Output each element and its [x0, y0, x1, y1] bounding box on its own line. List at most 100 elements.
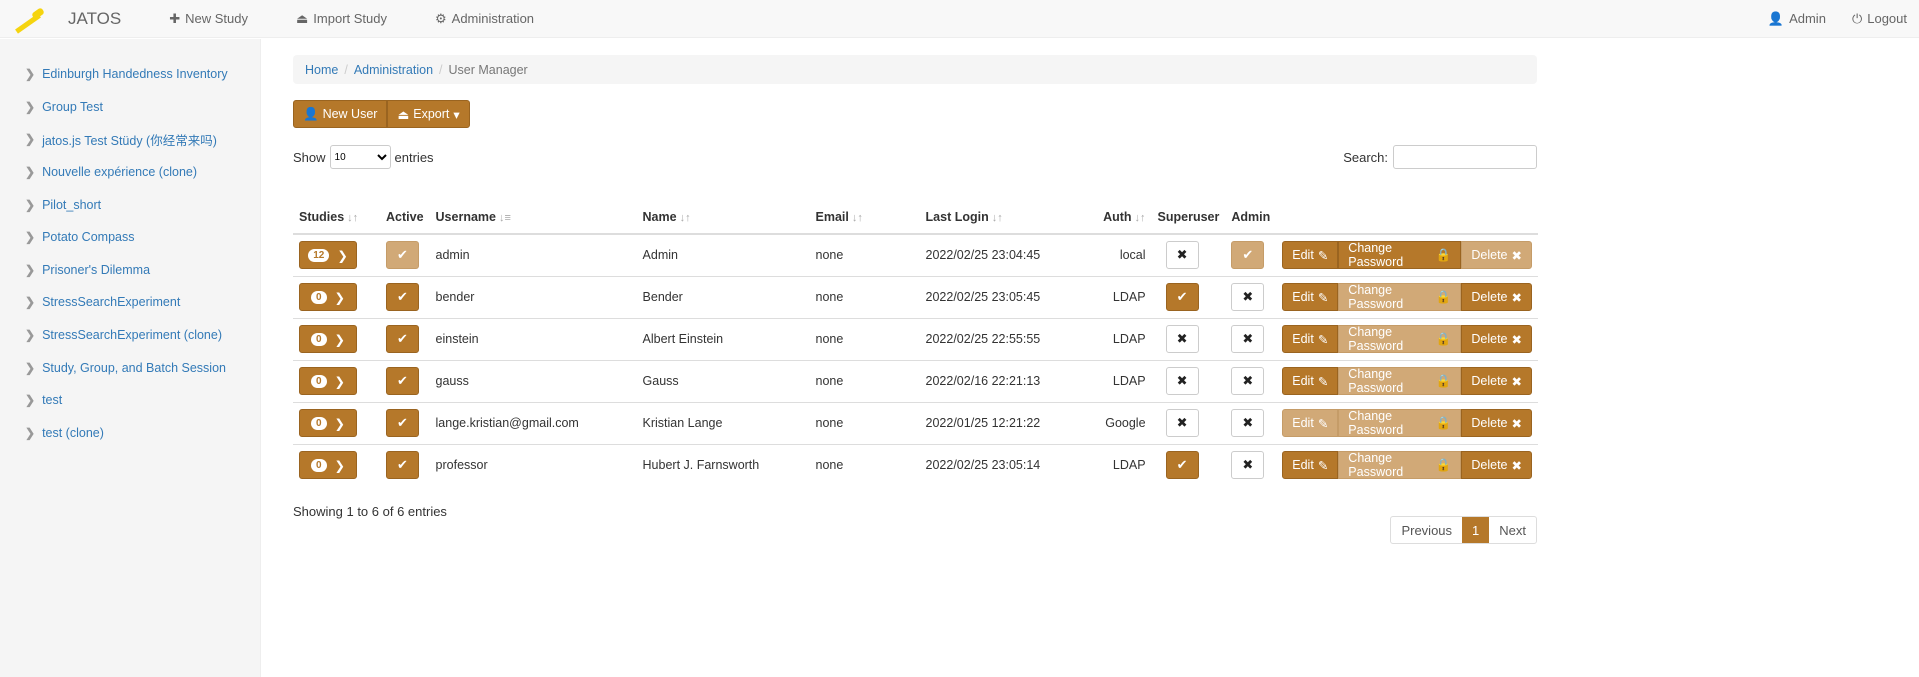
edit-button[interactable]: Edit ✎ — [1282, 367, 1339, 395]
superuser-toggle[interactable]: ✖ — [1165, 367, 1199, 395]
edit-button[interactable]: Edit ✎ — [1282, 283, 1339, 311]
breadcrumb-home[interactable]: Home — [305, 63, 338, 77]
column-header[interactable]: Auth ↓↑ — [1089, 201, 1152, 235]
sidebar-study-item[interactable]: ❯ test (clone) — [0, 417, 260, 450]
superuser-toggle[interactable]: ✖ — [1165, 325, 1199, 353]
sort-icon: ↓≡ — [498, 212, 511, 224]
active-toggle[interactable]: ✔ — [386, 367, 419, 395]
check-icon: ✔ — [397, 415, 408, 430]
studies-button[interactable]: 0 ❯ — [299, 325, 357, 353]
jatos-logo-icon — [12, 7, 52, 31]
delete-button[interactable]: Delete ✖ — [1461, 325, 1532, 353]
admin-toggle[interactable]: ✖ — [1231, 409, 1265, 437]
admin-toggle[interactable]: ✖ — [1231, 451, 1265, 480]
admin-toggle[interactable]: ✖ — [1231, 367, 1265, 395]
superuser-toggle[interactable]: ✖ — [1165, 241, 1199, 270]
button-label: Change Password — [1348, 283, 1404, 311]
chevron-right-icon: ❯ — [25, 197, 36, 212]
sidebar-study-item[interactable]: ❯ Prisoner's Dilemma — [0, 254, 260, 287]
column-header[interactable]: Last Login ↓↑ — [919, 201, 1090, 235]
study-link[interactable]: Nouvelle expérience (clone) — [42, 165, 197, 179]
entries-label: entries — [394, 149, 434, 165]
nav-label: New Study — [185, 11, 248, 26]
previous-button[interactable]: Previous — [1391, 517, 1462, 543]
sidebar-study-item[interactable]: ❯ Edinburgh Handedness Inventory — [0, 58, 260, 91]
x-icon: ✖ — [1511, 374, 1522, 389]
active-toggle[interactable]: ✔ — [386, 409, 419, 437]
edit-button[interactable]: Edit ✎ — [1282, 325, 1339, 353]
studies-button[interactable]: 0 ❯ — [299, 283, 357, 311]
nav-logout[interactable]: ⏻ Logout — [1852, 11, 1907, 27]
delete-button[interactable]: Delete ✖ — [1461, 367, 1532, 395]
active-toggle[interactable]: ✔ — [386, 451, 419, 480]
study-link[interactable]: test (clone) — [42, 426, 104, 440]
export-dropdown-button[interactable]: ⏏ Export ▾ — [387, 100, 470, 128]
studies-button[interactable]: 0 ❯ — [299, 409, 357, 437]
change-password-button[interactable]: Change Password 🔒 — [1338, 241, 1462, 270]
sidebar-study-item[interactable]: ❯ Nouvelle expérience (clone) — [0, 156, 260, 189]
superuser-toggle[interactable]: ✔ — [1165, 283, 1199, 311]
search-input[interactable] — [1393, 145, 1537, 169]
nav-new-study[interactable]: ✚ New Study — [169, 11, 248, 27]
column-header[interactable]: Username ↓≡ — [429, 201, 637, 235]
study-link[interactable]: Edinburgh Handedness Inventory — [42, 67, 228, 81]
users-table: Studies ↓↑ Active Username ↓≡ Name ↓↑ Email ↓↑ La… — [293, 201, 1538, 486]
active-toggle[interactable]: ✔ — [386, 325, 419, 353]
show-label: Show — [293, 149, 326, 165]
page-1-button[interactable]: 1 — [1462, 517, 1490, 543]
entries-select[interactable]: 10 — [329, 145, 391, 169]
x-icon: ✖ — [1242, 289, 1254, 304]
delete-button[interactable]: Delete ✖ — [1461, 409, 1532, 437]
x-icon: ✖ — [1242, 373, 1254, 388]
active-toggle[interactable]: ✔ — [386, 283, 419, 311]
brand-link[interactable]: JATOS — [12, 7, 121, 31]
x-icon: ✖ — [1176, 247, 1188, 263]
studies-button[interactable]: 12 ❯ — [299, 241, 357, 270]
edit-button[interactable]: Edit ✎ — [1282, 451, 1339, 480]
study-link[interactable]: Prisoner's Dilemma — [42, 263, 150, 277]
admin-toggle[interactable]: ✖ — [1231, 283, 1265, 311]
admin-toggle[interactable]: ✖ — [1231, 325, 1265, 353]
sidebar-study-item[interactable]: ❯ jatos.js Test Stüdy (你经常来吗) — [0, 123, 260, 156]
delete-button[interactable]: Delete ✖ — [1461, 451, 1532, 480]
sidebar-study-item[interactable]: ❯ Group Test — [0, 91, 260, 124]
breadcrumb-administration[interactable]: Administration — [354, 63, 433, 77]
study-link[interactable]: Study, Group, and Batch Session — [42, 361, 226, 375]
edit-icon: ✎ — [1317, 458, 1329, 473]
sidebar-study-item[interactable]: ❯ StressSearchExperiment — [0, 286, 260, 319]
sidebar-study-item[interactable]: ❯ Study, Group, and Batch Session — [0, 351, 260, 384]
study-link[interactable]: Potato Compass — [42, 230, 134, 244]
study-link[interactable]: jatos.js Test Stüdy (你经常来吗) — [42, 130, 217, 149]
column-label: Username — [435, 210, 496, 224]
button-label: Delete — [1471, 332, 1508, 346]
delete-button[interactable]: Delete ✖ — [1461, 283, 1532, 311]
superuser-toggle[interactable]: ✖ — [1165, 409, 1199, 437]
user-icon: 👤 — [303, 106, 319, 121]
sidebar-study-item[interactable]: ❯ Potato Compass — [0, 221, 260, 254]
user-icon: 👤 — [1767, 10, 1785, 26]
study-link[interactable]: Group Test — [42, 100, 103, 114]
new-user-button[interactable]: 👤 New User — [293, 100, 388, 128]
button-label: Edit — [1292, 458, 1314, 473]
study-link[interactable]: test — [42, 393, 62, 407]
studies-button[interactable]: 0 ❯ — [299, 367, 357, 395]
nav-administration[interactable]: ⚙ Administration — [435, 11, 534, 27]
table-row: 0 ❯ ✔ lange.kristian@gmail.com Kristian L… — [293, 401, 1538, 444]
sidebar-study-item[interactable]: ❯ StressSearchExperiment (clone) — [0, 319, 260, 352]
nav-user[interactable]: 👤 Admin — [1768, 11, 1826, 27]
button-label: Edit — [1292, 248, 1314, 263]
study-link[interactable]: StressSearchExperiment — [42, 295, 180, 309]
study-link[interactable]: StressSearchExperiment (clone) — [42, 328, 222, 342]
button-label: Delete — [1471, 458, 1508, 473]
sidebar-study-item[interactable]: ❯ test — [0, 384, 260, 417]
column-header[interactable]: Name ↓↑ — [636, 201, 810, 235]
column-header[interactable]: Email ↓↑ — [809, 201, 920, 235]
sidebar-study-item[interactable]: ❯ Pilot_short — [0, 188, 260, 221]
next-button[interactable]: Next — [1489, 517, 1536, 543]
study-link[interactable]: Pilot_short — [42, 198, 101, 212]
nav-import-study[interactable]: ⏏ Import Study — [296, 11, 387, 27]
edit-button[interactable]: Edit ✎ — [1282, 241, 1339, 270]
column-header[interactable]: Studies ↓↑ — [293, 201, 380, 235]
superuser-toggle[interactable]: ✔ — [1165, 451, 1199, 480]
studies-button[interactable]: 0 ❯ — [299, 451, 357, 480]
